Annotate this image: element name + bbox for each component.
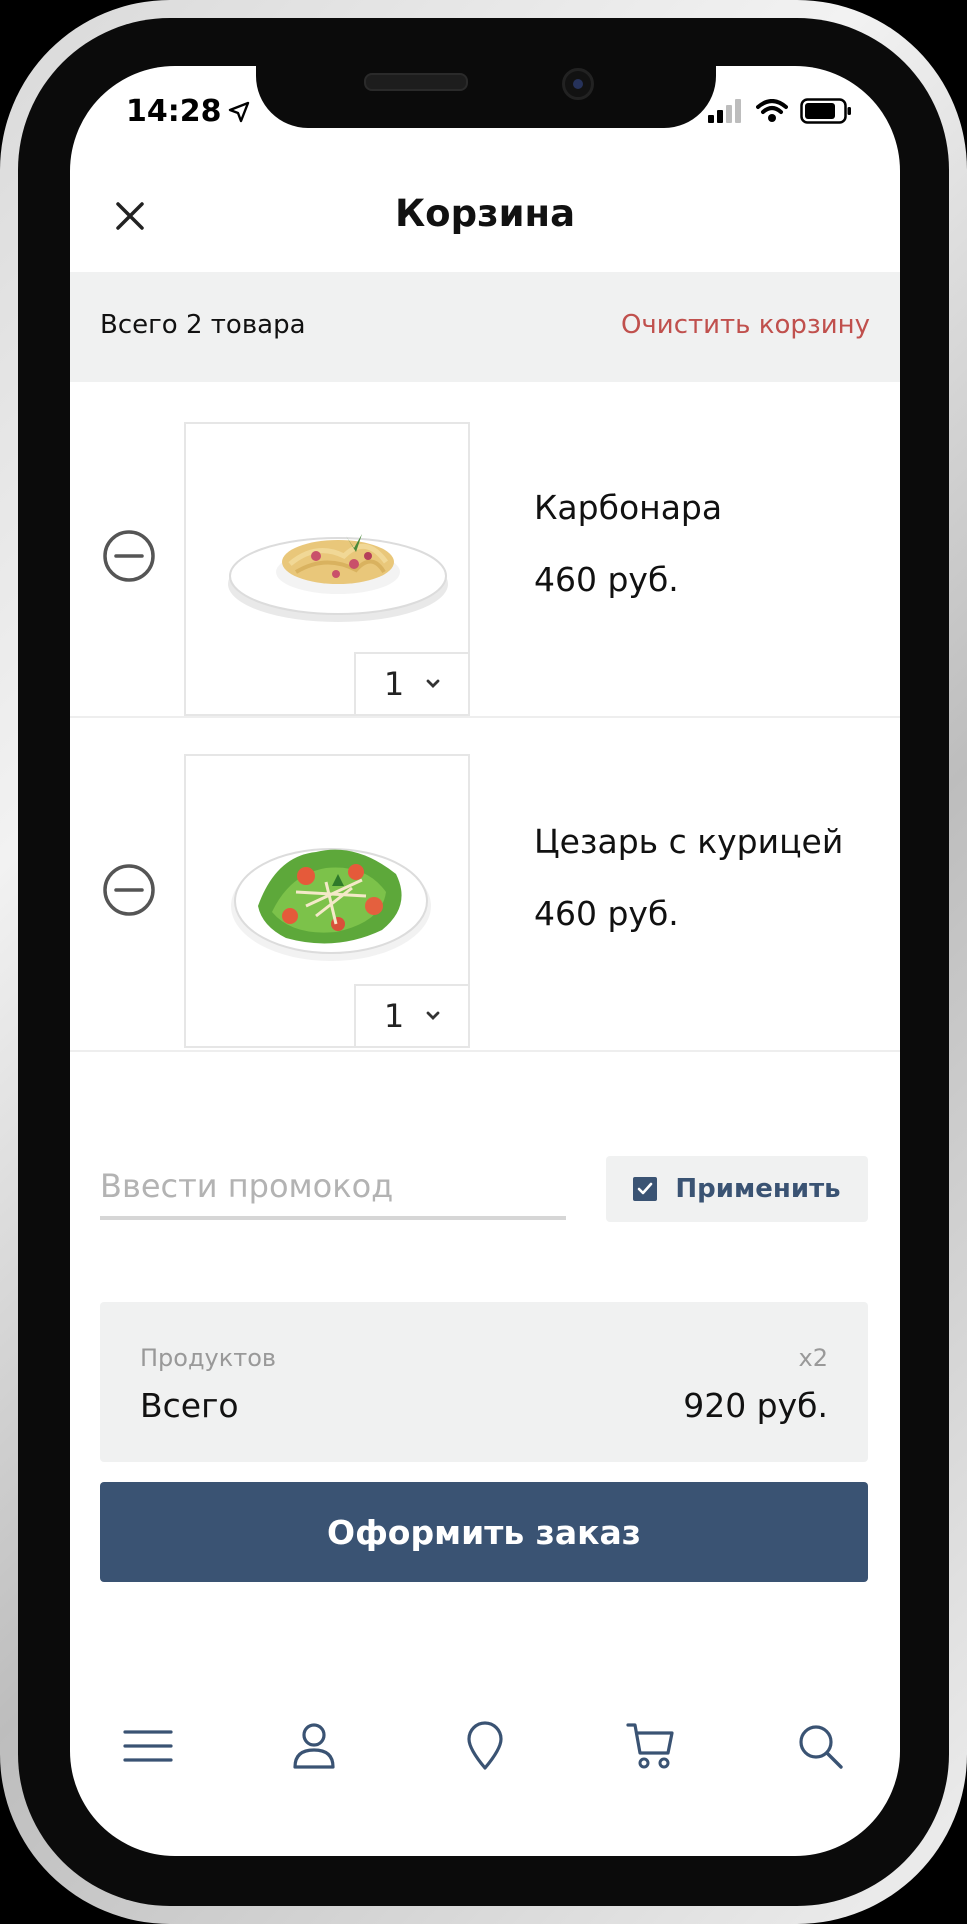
clear-cart-link[interactable]: Очистить корзину — [621, 310, 870, 340]
total-label: Всего — [140, 1386, 239, 1425]
cart-summary-bar: Всего 2 товара Очистить корзину — [70, 272, 900, 382]
app-screen: 14:28 Корзина Всего 2 товара Очистить ко… — [70, 66, 900, 1856]
promo-code-input[interactable] — [100, 1156, 566, 1220]
cart-icon — [626, 1723, 674, 1769]
item-price: 460 руб. — [534, 894, 679, 933]
tab-search[interactable] — [780, 1706, 860, 1786]
page-title: Корзина — [394, 192, 576, 235]
earpiece-speaker — [364, 73, 468, 91]
total-amount: 920 руб. — [683, 1386, 828, 1425]
tab-menu[interactable] — [108, 1706, 188, 1786]
search-icon — [799, 1725, 843, 1769]
caesar-salad-image — [231, 848, 431, 961]
item-name: Цезарь с курицей — [534, 822, 844, 861]
quantity-value: 1 — [383, 997, 405, 1035]
item-price: 460 руб. — [534, 560, 679, 599]
quantity-value: 1 — [383, 665, 405, 703]
user-icon — [293, 1723, 335, 1769]
totals-panel: Продуктов x2 Всего 920 руб. — [100, 1302, 868, 1462]
item-image: 1 — [184, 754, 470, 1048]
notch — [256, 66, 716, 128]
location-arrow-icon — [228, 101, 249, 122]
checkbox-icon — [633, 1177, 658, 1201]
chevron-down-icon — [426, 1011, 440, 1020]
status-time-text: 14:28 — [126, 94, 222, 129]
quantity-selector[interactable]: 1 — [354, 984, 470, 1048]
cart-item: 1 Карбонара 460 руб. — [70, 384, 900, 718]
tab-locations[interactable] — [445, 1706, 525, 1786]
header: Корзина — [70, 162, 900, 270]
status-time: 14:28 — [126, 94, 250, 129]
chevron-down-icon — [426, 679, 440, 688]
location-pin-icon — [467, 1721, 503, 1770]
products-multiplier: x2 — [798, 1344, 828, 1372]
menu-icon — [123, 1730, 173, 1762]
status-indicators — [708, 98, 852, 124]
remove-item-icon[interactable] — [102, 863, 156, 917]
apply-promo-button[interactable]: Применить — [606, 1156, 868, 1222]
bottom-tab-bar — [70, 1706, 900, 1806]
cart-item: 1 Цезарь с курицей 460 руб. — [70, 718, 900, 1052]
products-label: Продуктов — [140, 1344, 277, 1372]
item-name: Карбонара — [534, 488, 723, 527]
item-count-text: Всего 2 товара — [100, 310, 306, 340]
quantity-selector[interactable]: 1 — [354, 652, 470, 716]
item-image: 1 — [184, 422, 470, 716]
carbonara-dish-image — [228, 534, 448, 622]
cellular-signal-icon — [708, 99, 741, 123]
apply-promo-label: Применить — [675, 1174, 841, 1204]
tab-profile[interactable] — [274, 1706, 354, 1786]
front-camera — [562, 68, 594, 100]
checkout-button[interactable]: Оформить заказ — [100, 1482, 868, 1582]
tab-cart[interactable] — [611, 1706, 691, 1786]
battery-icon — [800, 98, 851, 124]
wifi-icon — [756, 99, 788, 122]
remove-item-icon[interactable] — [102, 529, 156, 583]
